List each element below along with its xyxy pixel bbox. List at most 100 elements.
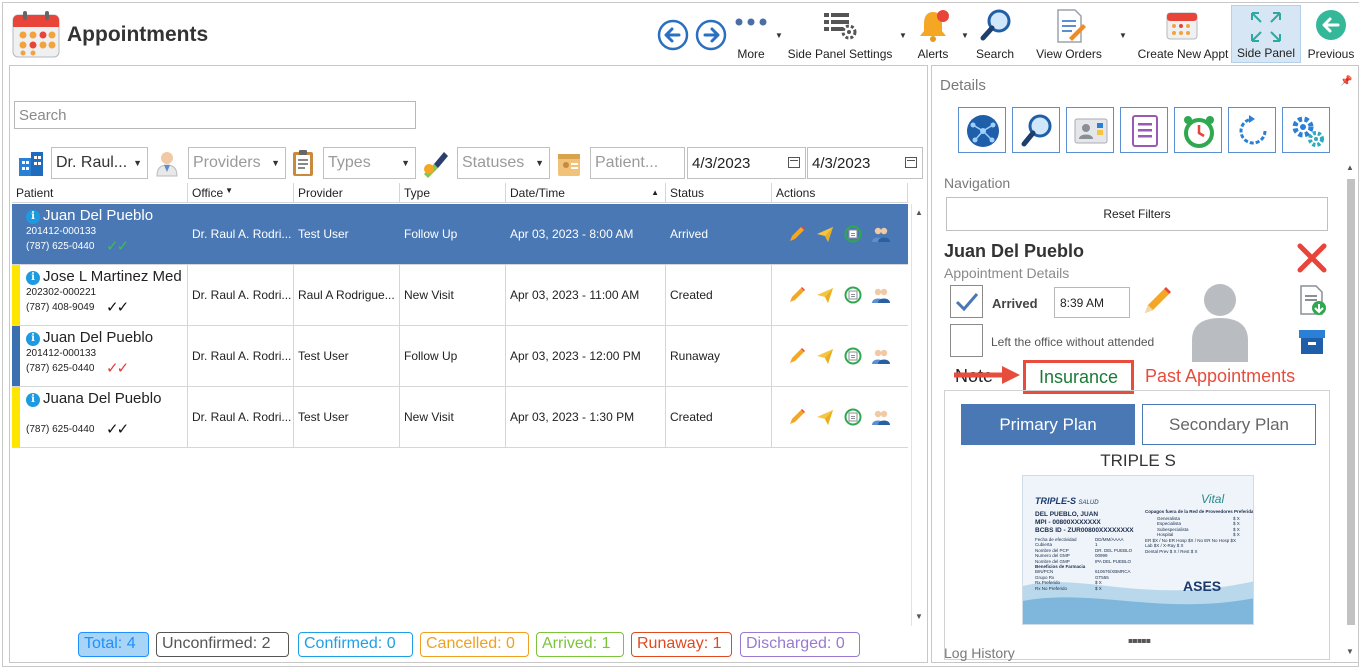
table-row[interactable]: i Juana Del Pueblo (787) 625-0440 ✓✓ Dr. Rau… xyxy=(12,387,908,448)
alerts-caret-icon[interactable]: ▼ xyxy=(961,31,969,40)
column-header-provider[interactable]: Provider xyxy=(294,183,400,203)
alerts-button[interactable]: Alerts xyxy=(911,5,955,63)
types-filter[interactable]: Types ▼ xyxy=(323,147,416,179)
patient-name[interactable]: i Jose L Martinez Med xyxy=(26,268,182,285)
left-office-checkbox[interactable] xyxy=(950,324,983,357)
search-tool-button[interactable] xyxy=(1012,107,1060,153)
providers-filter[interactable]: Providers ▼ xyxy=(188,147,286,179)
patient-filter[interactable]: Patient... xyxy=(590,147,685,179)
edit-pencil-icon[interactable] xyxy=(1140,284,1174,318)
create-new-appt-button[interactable]: Create New Appt xyxy=(1135,5,1231,63)
cancel-x-icon[interactable] xyxy=(1296,242,1328,274)
notes-refresh-icon[interactable] xyxy=(844,347,862,365)
doctor-filter[interactable]: Dr. Raul... ▼ xyxy=(51,147,148,179)
column-header-datetime[interactable]: Date/Time ▲ xyxy=(506,183,666,203)
send-plane-icon[interactable] xyxy=(816,347,834,365)
column-header-status[interactable]: Status xyxy=(666,183,772,203)
people-icon[interactable] xyxy=(872,286,890,304)
summary-badge[interactable]: Unconfirmed: 2 xyxy=(156,632,289,657)
column-header-patient[interactable]: Patient xyxy=(12,183,188,203)
notes-refresh-icon[interactable] xyxy=(844,408,862,426)
orders-caret-icon[interactable]: ▼ xyxy=(1119,31,1127,40)
calendar-picker-icon[interactable] xyxy=(788,157,800,168)
table-row[interactable]: i Juan Del Pueblo 201412-000133 (787) 625-0… xyxy=(12,204,908,265)
scroll-down-icon[interactable]: ▼ xyxy=(915,612,923,621)
tab-past-appointments[interactable]: Past Appointments xyxy=(1145,366,1295,387)
insurance-card-image[interactable]: TRIPLE-S SALUD Vital DEL PUEBLO, JUAN MP… xyxy=(1022,475,1254,625)
forward-arrow-icon[interactable] xyxy=(695,19,727,51)
calendar-picker-icon[interactable] xyxy=(905,157,917,168)
people-icon[interactable] xyxy=(872,347,890,365)
secondary-plan-button[interactable]: Secondary Plan xyxy=(1142,404,1316,445)
table-row[interactable]: i Jose L Martinez Med 202302-000221 (787) 4… xyxy=(12,265,908,326)
summary-badge[interactable]: Arrived: 1 xyxy=(536,632,624,657)
patient-name[interactable]: i Juana Del Pueblo xyxy=(26,390,161,407)
scroll-thumb[interactable] xyxy=(1347,179,1355,625)
send-plane-icon[interactable] xyxy=(816,225,834,243)
details-scrollbar[interactable]: ▲ ▼ xyxy=(1344,161,1358,661)
checklist-tool-button[interactable] xyxy=(1120,107,1168,153)
edit-pencil-icon[interactable] xyxy=(788,347,806,365)
patient-cell[interactable]: i Juan Del Pueblo 201412-000133 (787) 625-0… xyxy=(12,326,188,387)
column-header-office[interactable]: Office ▼ xyxy=(188,183,294,203)
grid-scrollbar[interactable]: ▲ ▼ xyxy=(911,204,926,626)
network-tool-button[interactable] xyxy=(958,107,1006,153)
people-icon[interactable] xyxy=(872,225,890,243)
previous-button[interactable]: Previous xyxy=(1305,5,1357,63)
side-panel-button[interactable]: Side Panel xyxy=(1231,5,1301,63)
filter-funnel-icon[interactable]: ▼ xyxy=(225,186,233,195)
column-header-type[interactable]: Type xyxy=(400,183,506,203)
alarm-tool-button[interactable] xyxy=(1174,107,1222,153)
side-panel-settings-button[interactable]: Side Panel Settings xyxy=(787,5,893,63)
patient-cell[interactable]: i Jose L Martinez Med 202302-000221 (787) 4… xyxy=(12,265,188,326)
statuses-filter[interactable]: Statuses ▼ xyxy=(457,147,550,179)
log-history-label[interactable]: Log History xyxy=(944,645,1015,661)
primary-plan-button[interactable]: Primary Plan xyxy=(961,404,1135,445)
pin-icon[interactable]: 📌 xyxy=(1340,76,1352,87)
refresh-tool-button[interactable] xyxy=(1228,107,1276,153)
summary-badge[interactable]: Runaway: 1 xyxy=(631,632,732,657)
edit-pencil-icon[interactable] xyxy=(788,408,806,426)
contact-card-tool-button[interactable] xyxy=(1066,107,1114,153)
summary-badge[interactable]: Confirmed: 0 xyxy=(298,632,413,657)
document-download-icon[interactable] xyxy=(1296,284,1328,316)
info-icon[interactable]: i xyxy=(26,393,40,407)
edit-pencil-icon[interactable] xyxy=(788,225,806,243)
more-button[interactable]: More xyxy=(731,5,771,63)
notes-refresh-icon[interactable] xyxy=(844,286,862,304)
send-plane-icon[interactable] xyxy=(816,286,834,304)
tab-insurance[interactable]: Insurance xyxy=(1023,360,1134,394)
patient-cell[interactable]: i Juana Del Pueblo (787) 625-0440 ✓✓ xyxy=(12,387,188,448)
settings-caret-icon[interactable]: ▼ xyxy=(899,31,907,40)
view-orders-button[interactable]: View Orders xyxy=(1033,5,1105,63)
scroll-down-icon[interactable]: ▼ xyxy=(1346,647,1354,656)
summary-badge[interactable]: Cancelled: 0 xyxy=(420,632,529,657)
info-icon[interactable]: i xyxy=(26,210,40,224)
summary-badge[interactable]: Discharged: 0 xyxy=(740,632,860,657)
send-plane-icon[interactable] xyxy=(816,408,834,426)
edit-pencil-icon[interactable] xyxy=(788,286,806,304)
back-arrow-icon[interactable] xyxy=(657,19,689,51)
search-toolbar-button[interactable]: Search xyxy=(973,5,1017,63)
date-from-field[interactable]: 4/3/2023 xyxy=(687,147,806,179)
more-caret-icon[interactable]: ▼ xyxy=(775,31,783,40)
notes-refresh-icon[interactable] xyxy=(844,225,862,243)
patient-name[interactable]: i Juan Del Pueblo xyxy=(26,207,153,224)
arrived-time-input[interactable]: 8:39 AM xyxy=(1054,287,1130,318)
patient-name[interactable]: i Juan Del Pueblo xyxy=(26,329,153,346)
patient-cell[interactable]: i Juan Del Pueblo 201412-000133 (787) 625-0… xyxy=(12,204,188,265)
info-icon[interactable]: i xyxy=(26,332,40,346)
info-icon[interactable]: i xyxy=(26,271,40,285)
date-to-field[interactable]: 4/3/2023 xyxy=(807,147,923,179)
settings-tool-button[interactable] xyxy=(1282,107,1330,153)
arrived-checkbox[interactable] xyxy=(950,285,983,318)
table-row[interactable]: i Juan Del Pueblo 201412-000133 (787) 625-0… xyxy=(12,326,908,387)
scroll-up-icon[interactable]: ▲ xyxy=(1346,163,1354,172)
scroll-up-icon[interactable]: ▲ xyxy=(915,208,923,217)
archive-box-icon[interactable] xyxy=(1296,326,1328,358)
resize-grip-icon[interactable]: ▪▪▪▪▪ xyxy=(1128,636,1151,645)
summary-badge[interactable]: Total: 4 xyxy=(78,632,149,657)
search-input[interactable]: Search xyxy=(14,101,416,129)
people-icon[interactable] xyxy=(872,408,890,426)
reset-filters-button[interactable]: Reset Filters xyxy=(946,197,1328,231)
